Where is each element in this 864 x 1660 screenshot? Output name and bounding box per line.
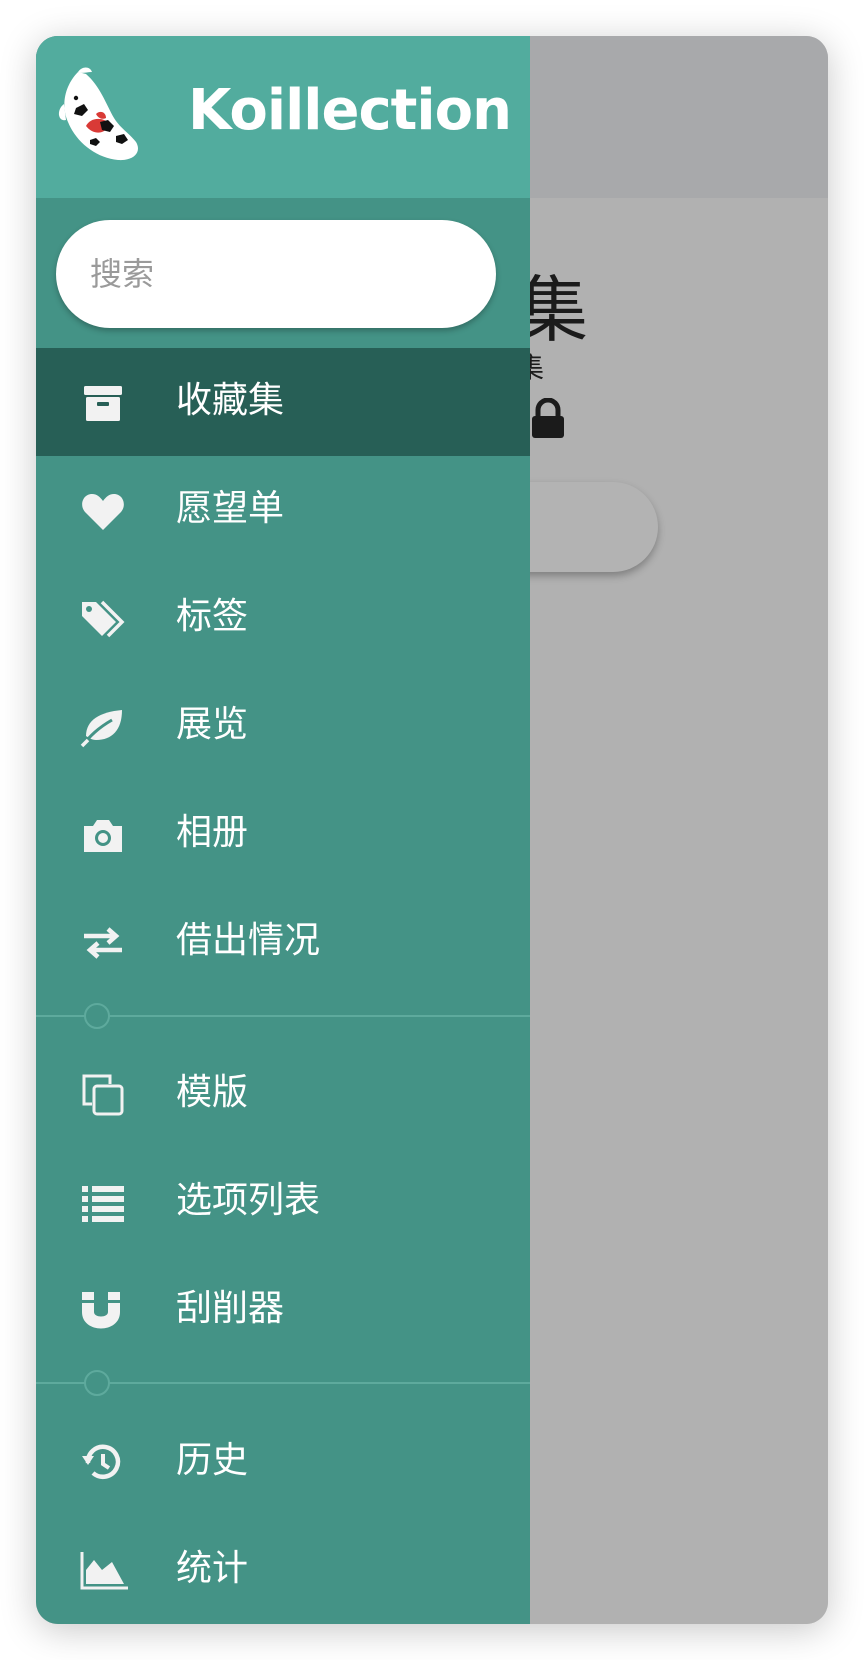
device-screen: 集 集 Koillection 搜索 收藏集 愿望单 标签 展览 相册 借出情况… xyxy=(36,36,828,1624)
nav-item-choice-lists[interactable]: 选项列表 xyxy=(36,1148,530,1256)
lock-icon xyxy=(526,397,570,438)
camera-icon xyxy=(80,814,126,856)
koi-logo-icon[interactable] xyxy=(56,64,146,164)
exchange-arrows-icon xyxy=(80,922,126,964)
history-icon xyxy=(80,1442,126,1484)
nav-item-wishlists[interactable]: 愿望单 xyxy=(36,456,530,564)
drawer-header: Koillection xyxy=(36,36,530,198)
nav-item-statistics[interactable]: 统计 xyxy=(36,1516,530,1624)
divider xyxy=(36,1015,530,1017)
nav-item-label: 展览 xyxy=(176,704,249,745)
nav-item-scrapers[interactable]: 刮削器 xyxy=(36,1256,530,1364)
magnet-icon xyxy=(80,1290,126,1332)
search-box[interactable] xyxy=(56,220,496,328)
nav-item-templates[interactable]: 模版 xyxy=(36,1040,530,1148)
tags-icon xyxy=(80,598,126,640)
nav-item-history[interactable]: 历史 xyxy=(36,1408,530,1516)
nav-item-label: 借出情况 xyxy=(176,920,321,961)
nav-item-label: 选项列表 xyxy=(176,1180,321,1221)
copy-icon xyxy=(80,1074,126,1116)
nav-item-label: 收藏集 xyxy=(176,380,285,421)
nav-item-tags[interactable]: 标签 xyxy=(36,564,530,672)
navigation-drawer: Koillection 收藏集 愿望单 标签 xyxy=(36,36,530,1624)
nav-item-label: 模版 xyxy=(176,1072,249,1113)
heart-icon xyxy=(80,490,126,532)
leaf-icon xyxy=(80,706,126,748)
nav-item-albums[interactable]: 相册 xyxy=(36,780,530,888)
nav-item-collections[interactable]: 收藏集 xyxy=(36,348,530,456)
area-chart-icon xyxy=(80,1550,130,1592)
nav-item-label: 标签 xyxy=(176,596,249,637)
list-icon xyxy=(80,1182,126,1224)
search-area xyxy=(36,198,530,348)
search-input[interactable] xyxy=(88,254,472,294)
nav-item-label: 历史 xyxy=(176,1440,249,1481)
archive-box-icon xyxy=(80,382,126,424)
nav-item-exhibitions[interactable]: 展览 xyxy=(36,672,530,780)
divider-marker xyxy=(84,1003,110,1029)
nav-item-label: 相册 xyxy=(176,812,249,853)
divider-marker xyxy=(84,1370,110,1396)
nav-item-label: 愿望单 xyxy=(176,488,285,529)
divider xyxy=(36,1382,530,1384)
nav-item-loans[interactable]: 借出情况 xyxy=(36,888,530,996)
nav-item-label: 统计 xyxy=(176,1548,249,1589)
app-title[interactable]: Koillection xyxy=(188,78,512,143)
nav-item-label: 刮削器 xyxy=(176,1288,285,1329)
